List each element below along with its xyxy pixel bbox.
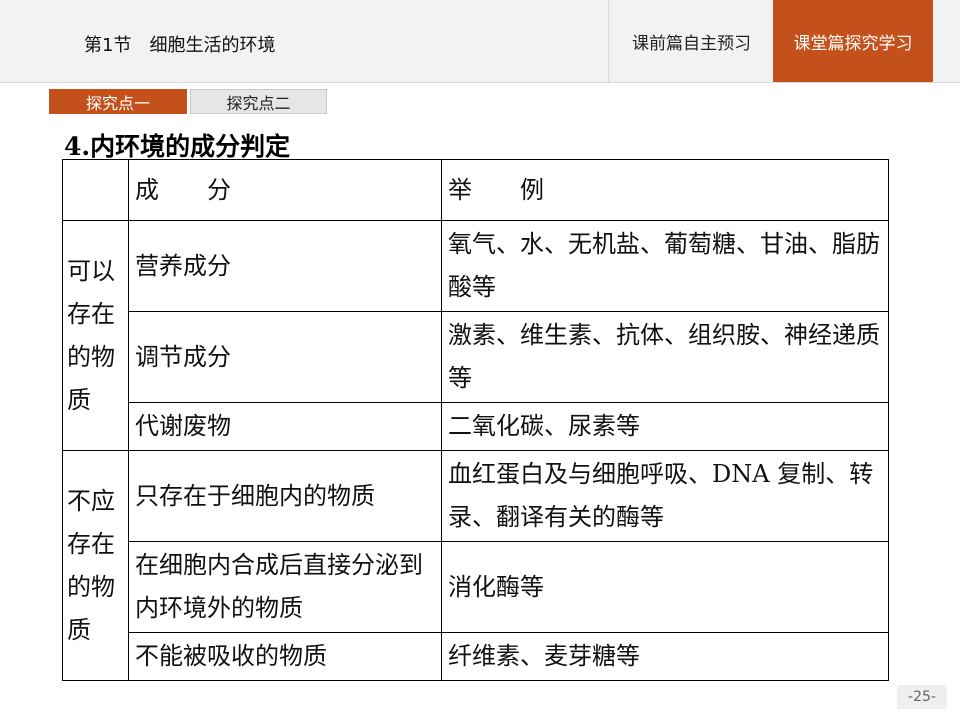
component-cell: 代谢废物 <box>128 402 442 451</box>
component-cell: 只存在于细胞内的物质 <box>128 450 442 542</box>
group-label-disallowed: 不应存在的物质 <box>62 450 129 681</box>
components-table: 成 分 举 例 可以存在的物质 营养成分 氧气、水、无机盐、葡萄糖、甘油、脂肪酸… <box>62 159 889 681</box>
example-cell: 血红蛋白及与细胞呼吸、DNA 复制、转录、翻译有关的酶等 <box>441 450 889 542</box>
header-cell-empty <box>62 159 129 221</box>
table-row: 调节成分 激素、维生素、抗体、组织胺、神经递质等 <box>63 311 889 403</box>
header-bar: 第1节 细胞生活的环境 课前篇自主预习 课堂篇探究学习 <box>0 0 960 83</box>
table-row: 不应存在的物质 只存在于细胞内的物质 血红蛋白及与细胞呼吸、DNA 复制、转录、… <box>62 450 889 681</box>
nav-tab-preview[interactable]: 课前篇自主预习 <box>608 0 774 82</box>
table-row: 代谢废物 二氧化碳、尿素等 <box>63 402 889 451</box>
table-row: 可以存在的物质 营养成分 氧气、水、无机盐、葡萄糖、甘油、脂肪酸等 <box>62 220 889 451</box>
component-cell: 在细胞内合成后直接分泌到内环境外的物质 <box>128 541 442 633</box>
section-label: 第1节 细胞生活的环境 <box>84 35 276 56</box>
page-title: 4.内环境的成分判定 <box>64 132 291 161</box>
table-row: 在细胞内合成后直接分泌到内环境外的物质 消化酶等 <box>63 541 889 633</box>
header-edge <box>933 0 960 82</box>
group-label-allowed: 可以存在的物质 <box>62 220 129 451</box>
nav-tab-classroom[interactable]: 课堂篇探究学习 <box>773 0 933 82</box>
page-number: -25- <box>897 685 947 709</box>
table-row: 不能被吸收的物质 纤维素、麦芽糖等 <box>63 632 889 681</box>
subtab-explore-1[interactable]: 探究点一 <box>49 89 187 114</box>
example-cell: 氧气、水、无机盐、葡萄糖、甘油、脂肪酸等 <box>441 220 889 312</box>
subtab-explore-2[interactable]: 探究点二 <box>190 89 327 114</box>
header-cell-component: 成 分 <box>128 159 442 221</box>
component-cell: 营养成分 <box>128 220 442 312</box>
example-cell: 消化酶等 <box>441 541 889 633</box>
example-cell: 二氧化碳、尿素等 <box>441 402 889 451</box>
example-cell: 激素、维生素、抗体、组织胺、神经递质等 <box>441 311 889 403</box>
header-cell-example: 举 例 <box>441 159 889 221</box>
component-cell: 不能被吸收的物质 <box>128 632 442 681</box>
component-cell: 调节成分 <box>128 311 442 403</box>
example-cell: 纤维素、麦芽糖等 <box>441 632 889 681</box>
table-header-row: 成 分 举 例 <box>62 159 889 221</box>
